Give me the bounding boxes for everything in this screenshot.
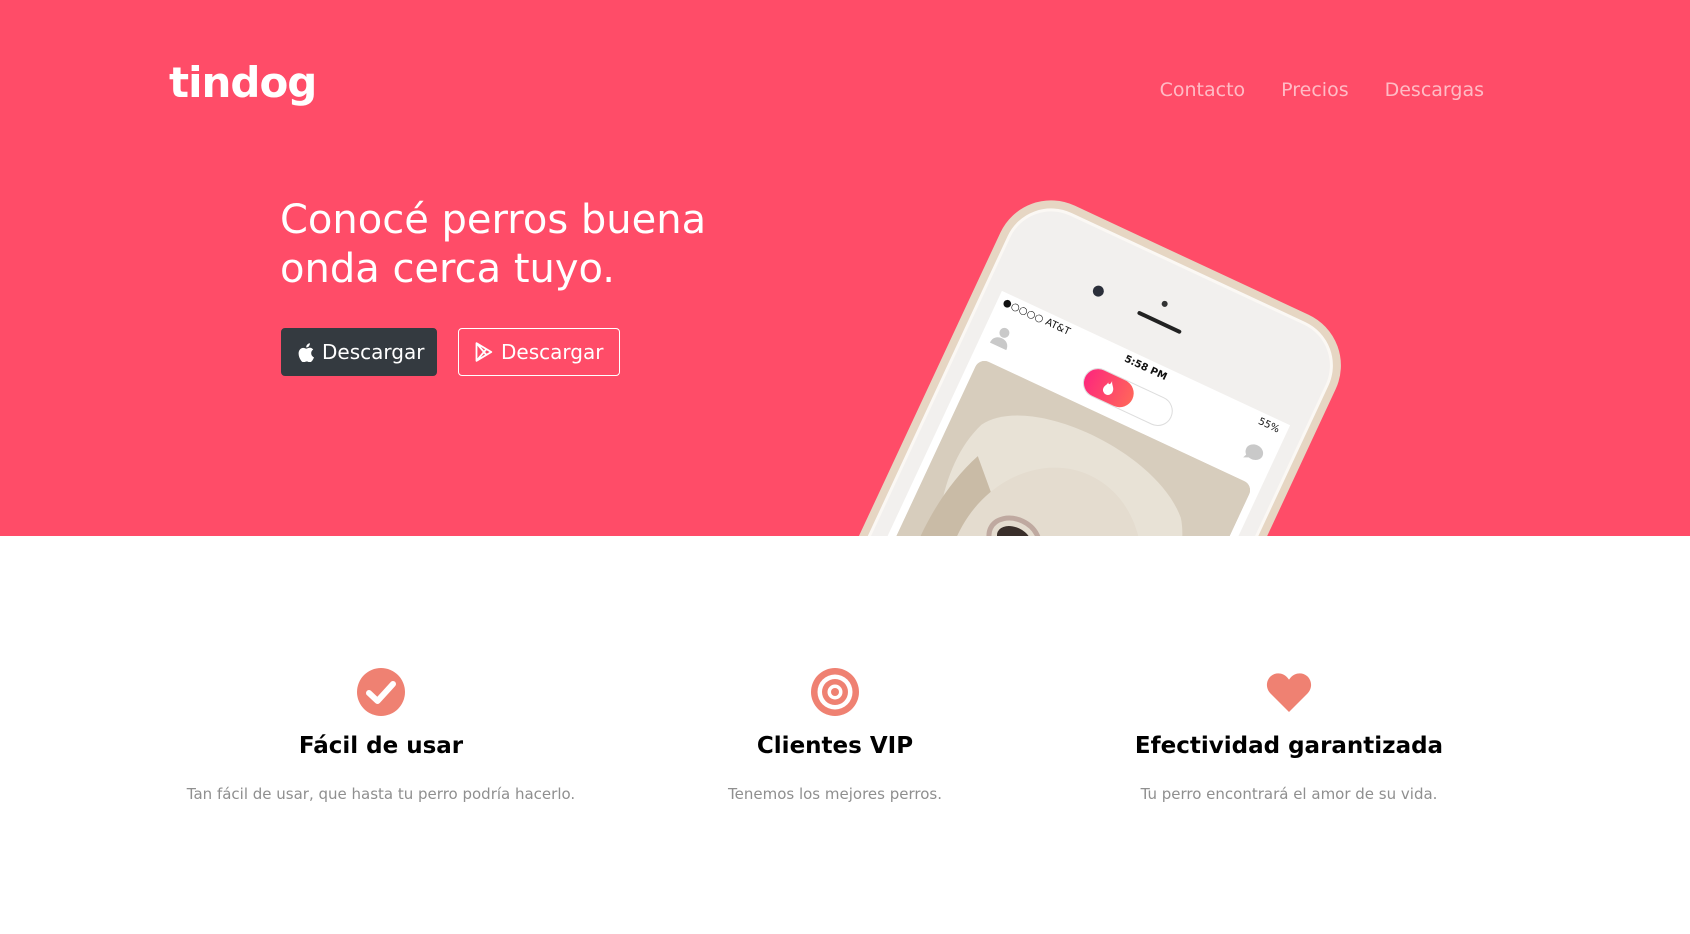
profile-icon [989,327,1010,351]
download-android-button[interactable]: Descargar [458,328,620,376]
chat-icon [1243,444,1264,460]
nav-link-descargas[interactable]: Descargas [1385,78,1484,102]
feature-vip-description: Tenemos los mejores perros. [728,785,942,803]
download-android-label: Descargar [501,340,604,364]
phone-camera [1091,283,1106,299]
nav-link-precios[interactable]: Precios [1281,78,1348,102]
feature-effective: Efectividad garantizada Tu perro encontr… [1059,668,1519,804]
hero-headline: Conocé perros buena onda cerca tuyo. [280,196,800,294]
heart-icon [1266,673,1312,712]
nav-link-contacto[interactable]: Contacto [1160,78,1246,102]
download-ios-button[interactable]: Descargar [281,328,437,376]
feature-easy: Fácil de usar Tan fácil de usar, que has… [151,668,611,804]
hero-headline-line1: Conocé perros buena [280,197,707,243]
phone-sensor [1160,299,1169,308]
feature-vip-title: Clientes VIP [756,733,914,759]
google-play-icon [475,342,493,362]
feature-easy-description: Tan fácil de usar, que hasta tu perro po… [186,785,576,803]
download-ios-label: Descargar [322,340,425,364]
phone-battery: 55% [1256,416,1282,436]
check-circle-icon [357,668,405,716]
hero-section: tindog Contacto Precios Descargas Conocé… [0,0,1690,536]
apple-icon [298,342,314,362]
phone-mockup: ●○○○○ AT&T 5:58 PM 55% [753,182,1360,536]
top-nav: Contacto Precios Descargas [1160,78,1484,102]
phone-screen: ●○○○○ AT&T 5:58 PM 55% [782,290,1291,536]
feature-vip: Clientes VIP Tenemos los mejores perros. [605,668,1065,804]
feature-easy-title: Fácil de usar [298,733,464,759]
feature-effective-description: Tu perro encontrará el amor de su vida. [1140,785,1438,803]
bullseye-icon [811,668,859,716]
phone-time: 5:58 PM [1122,353,1169,383]
phone-speaker [1136,310,1182,335]
feature-effective-title: Efectividad garantizada [1134,733,1444,759]
brand-logo[interactable]: tindog [169,62,317,104]
hero-headline-line2: onda cerca tuyo. [280,246,616,292]
